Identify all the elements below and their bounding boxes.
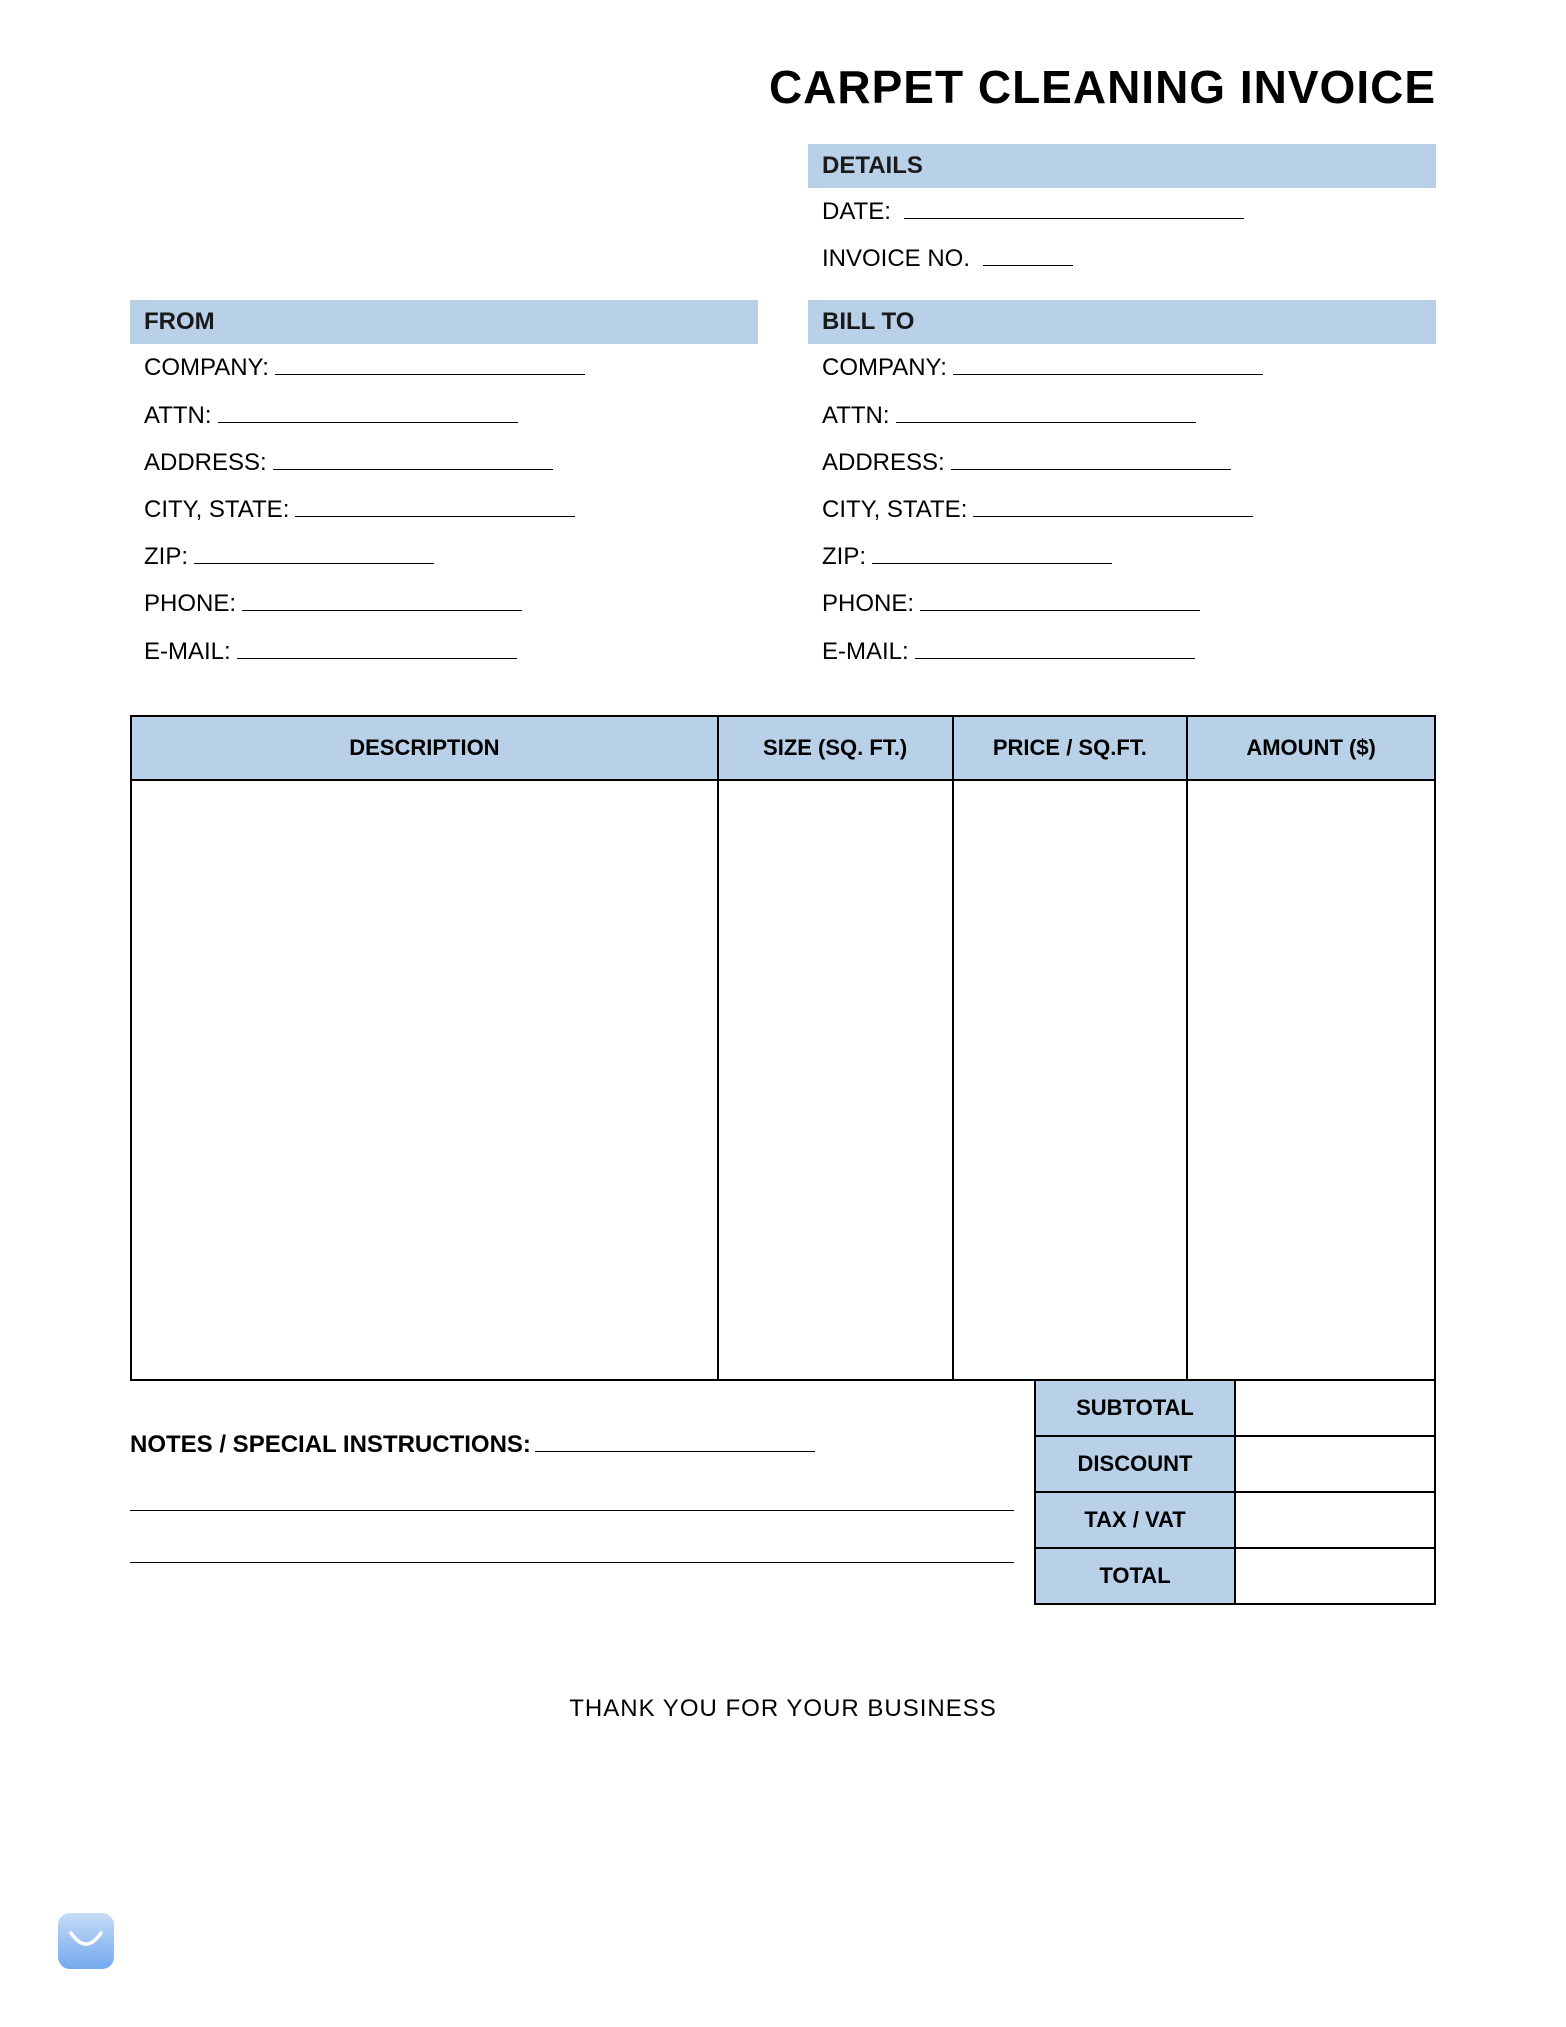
from-attn-label: ATTN: xyxy=(144,402,212,429)
cell-size[interactable] xyxy=(718,780,953,1380)
col-header-description: DESCRIPTION xyxy=(131,716,718,780)
billto-attn-label: ATTN: xyxy=(822,402,890,429)
from-billto-row: FROM COMPANY: ATTN: ADDRESS: CITY, STATE… xyxy=(130,300,1436,674)
discount-label: DISCOUNT xyxy=(1035,1436,1235,1492)
thank-you-message: THANK YOU FOR YOUR BUSINESS xyxy=(130,1695,1436,1723)
notes-label: NOTES / SPECIAL INSTRUCTIONS: xyxy=(130,1431,531,1458)
billto-address-field[interactable]: ADDRESS: xyxy=(808,439,1436,486)
from-city-state-field[interactable]: CITY, STATE: xyxy=(130,486,758,533)
col-header-amount: AMOUNT ($) xyxy=(1187,716,1435,780)
notes-first-line[interactable]: NOTES / SPECIAL INSTRUCTIONS: xyxy=(130,1431,1014,1459)
billto-email-label: E-MAIL: xyxy=(822,638,909,665)
from-company-field[interactable]: COMPANY: xyxy=(130,344,758,391)
col-header-size: SIZE (SQ. FT.) xyxy=(718,716,953,780)
top-left-spacer xyxy=(130,144,758,300)
discount-value[interactable] xyxy=(1235,1436,1435,1492)
invoice-no-label: INVOICE NO. xyxy=(822,245,970,272)
billto-address-label: ADDRESS: xyxy=(822,449,945,476)
billto-attn-field[interactable]: ATTN: xyxy=(808,392,1436,439)
notes-area: NOTES / SPECIAL INSTRUCTIONS: xyxy=(130,1381,1034,1605)
tax-value[interactable] xyxy=(1235,1492,1435,1548)
billto-company-label: COMPANY: xyxy=(822,354,947,381)
from-email-field[interactable]: E-MAIL: xyxy=(130,628,758,675)
billto-phone-field[interactable]: PHONE: xyxy=(808,580,1436,627)
tax-label: TAX / VAT xyxy=(1035,1492,1235,1548)
from-block: FROM COMPANY: ATTN: ADDRESS: CITY, STATE… xyxy=(130,300,758,674)
date-field[interactable]: DATE: xyxy=(808,188,1436,235)
page-title: CARPET CLEANING INVOICE xyxy=(130,60,1436,114)
from-address-field[interactable]: ADDRESS: xyxy=(130,439,758,486)
table-row[interactable] xyxy=(131,780,1435,1380)
details-block: DETAILS DATE: INVOICE NO. xyxy=(808,144,1436,300)
col-header-price: PRICE / SQ.FT. xyxy=(953,716,1188,780)
items-table: DESCRIPTION SIZE (SQ. FT.) PRICE / SQ.FT… xyxy=(130,715,1436,1381)
smile-icon xyxy=(58,1913,114,1969)
totals-table: SUBTOTAL DISCOUNT TAX / VAT TOTAL xyxy=(1034,1379,1436,1605)
cell-amount[interactable] xyxy=(1187,780,1435,1380)
from-city-state-label: CITY, STATE: xyxy=(144,496,289,523)
from-attn-field[interactable]: ATTN: xyxy=(130,392,758,439)
billto-block: BILL TO COMPANY: ATTN: ADDRESS: CITY, ST… xyxy=(808,300,1436,674)
billto-phone-label: PHONE: xyxy=(822,590,914,617)
invoice-no-field[interactable]: INVOICE NO. xyxy=(808,235,1436,282)
from-zip-label: ZIP: xyxy=(144,543,188,570)
from-email-label: E-MAIL: xyxy=(144,638,231,665)
from-phone-field[interactable]: PHONE: xyxy=(130,580,758,627)
total-label: TOTAL xyxy=(1035,1548,1235,1604)
from-phone-label: PHONE: xyxy=(144,590,236,617)
billto-email-field[interactable]: E-MAIL: xyxy=(808,628,1436,675)
notes-line-3[interactable] xyxy=(130,1531,1014,1563)
billto-header: BILL TO xyxy=(808,300,1436,344)
from-company-label: COMPANY: xyxy=(144,354,269,381)
date-label: DATE: xyxy=(822,198,891,225)
billto-city-state-label: CITY, STATE: xyxy=(822,496,967,523)
billto-company-field[interactable]: COMPANY: xyxy=(808,344,1436,391)
from-zip-field[interactable]: ZIP: xyxy=(130,533,758,580)
total-row: TOTAL xyxy=(1035,1548,1435,1604)
invoice-page: CARPET CLEANING INVOICE DETAILS DATE: IN… xyxy=(0,0,1566,1803)
details-header: DETAILS xyxy=(808,144,1436,188)
bottom-section: NOTES / SPECIAL INSTRUCTIONS: SUBTOTAL D… xyxy=(130,1381,1436,1605)
from-address-label: ADDRESS: xyxy=(144,449,267,476)
total-value[interactable] xyxy=(1235,1548,1435,1604)
billto-zip-label: ZIP: xyxy=(822,543,866,570)
top-row: DETAILS DATE: INVOICE NO. xyxy=(130,144,1436,300)
tax-row: TAX / VAT xyxy=(1035,1492,1435,1548)
subtotal-value[interactable] xyxy=(1235,1380,1435,1436)
billto-city-state-field[interactable]: CITY, STATE: xyxy=(808,486,1436,533)
billto-zip-field[interactable]: ZIP: xyxy=(808,533,1436,580)
cell-price[interactable] xyxy=(953,780,1188,1380)
from-header: FROM xyxy=(130,300,758,344)
discount-row: DISCOUNT xyxy=(1035,1436,1435,1492)
subtotal-row: SUBTOTAL xyxy=(1035,1380,1435,1436)
cell-description[interactable] xyxy=(131,780,718,1380)
subtotal-label: SUBTOTAL xyxy=(1035,1380,1235,1436)
notes-line-2[interactable] xyxy=(130,1479,1014,1511)
